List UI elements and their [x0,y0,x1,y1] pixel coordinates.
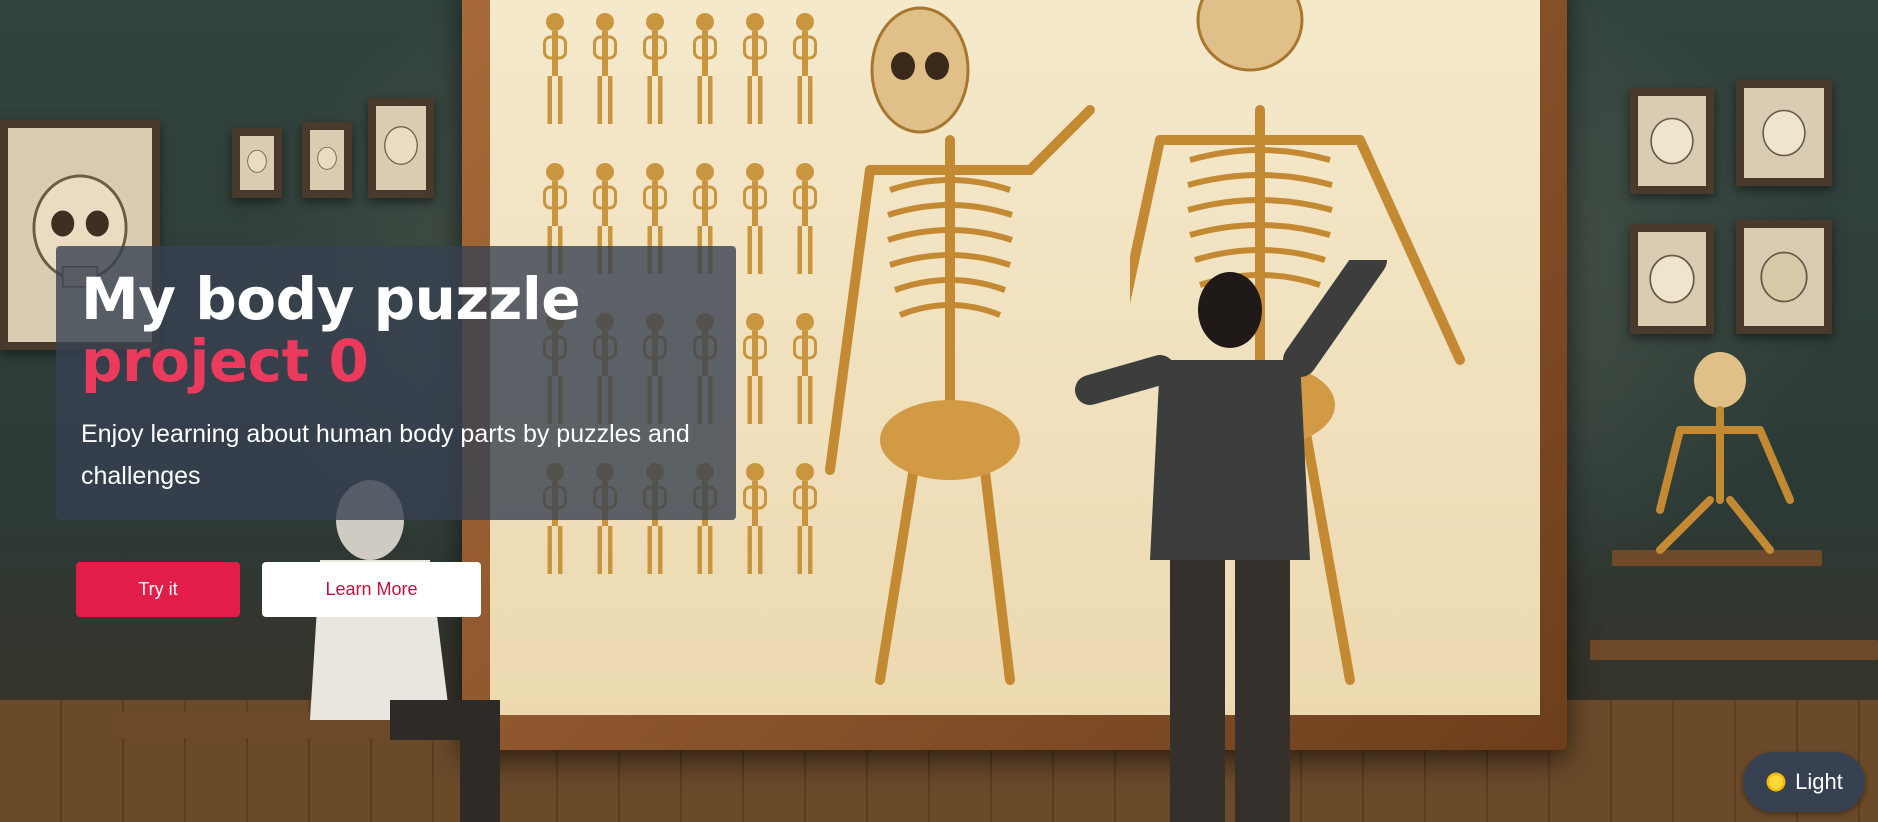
seated-old-man-figure [310,480,500,822]
man-in-suit-figure [1075,260,1387,822]
theme-toggle-label: Light [1795,769,1843,794]
hero-subtitle: Enjoy learning about human body parts by… [81,420,690,490]
try-it-button[interactable]: Try it [76,562,240,617]
seated-skeleton-figure [1656,352,1794,554]
wall-frame-small-1 [232,128,282,198]
hero-title: My body puzzle [81,265,581,333]
mini-skeleton [530,10,580,160]
mini-skeleton [730,160,780,310]
wall-frame-right-3 [1630,224,1714,334]
theme-toggle-button[interactable]: Light [1743,752,1865,812]
mini-skeleton [730,460,780,610]
learn-more-button[interactable]: Learn More [262,562,481,617]
wall-frame-right-4 [1736,220,1832,334]
wall-frame-right-2 [1736,80,1832,186]
sun-icon [1762,768,1791,796]
wall-frame-small-3 [368,98,434,198]
mini-skeleton [730,10,780,160]
mini-skeleton [730,310,780,460]
wall-frame-small-2 [302,122,352,198]
mini-skeleton [580,10,630,160]
hero-title-accent: project 0 [81,327,369,395]
wall-frame-right-1 [1630,88,1714,194]
mini-skeleton [630,10,680,160]
skeleton-large-left [825,6,1095,685]
mini-skeleton [680,10,730,160]
shelf-right-bottom [1590,640,1878,660]
